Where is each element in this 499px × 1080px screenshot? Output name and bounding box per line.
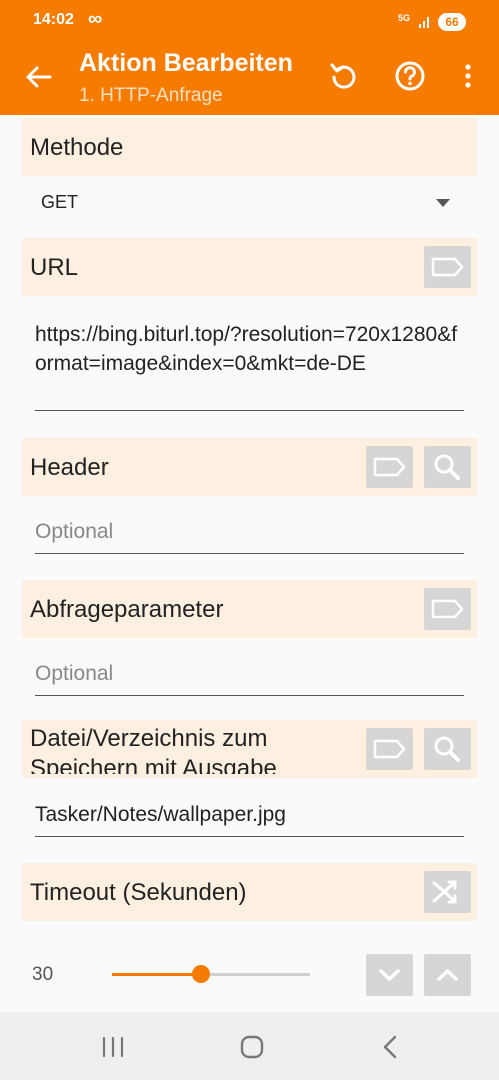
status-bar: 14:02 ∞ 5G 66 (0, 0, 499, 38)
network-type: 5G (398, 13, 411, 23)
undo-icon[interactable] (326, 58, 362, 94)
page-title: Aktion Bearbeiten (79, 49, 293, 77)
url-underline (35, 410, 464, 411)
section-query-params: Abfrageparameter (22, 580, 477, 638)
shuffle-icon (432, 880, 457, 904)
query-params-label: Abfrageparameter (30, 596, 224, 623)
timeout-slider-thumb[interactable] (192, 965, 211, 983)
file-search-button[interactable] (424, 728, 471, 770)
search-icon (434, 736, 460, 762)
status-time: 14:02 (33, 11, 74, 28)
file-variable-button[interactable] (366, 728, 413, 770)
file-path-field[interactable]: Tasker/Notes/wallpaper.jpg (35, 803, 464, 837)
section-url: URL (22, 238, 477, 296)
more-vert-icon[interactable] (450, 58, 486, 94)
header-search-button[interactable] (424, 446, 471, 488)
query-params-placeholder: Optional (35, 662, 114, 685)
tag-icon (373, 739, 406, 759)
system-nav-bar (0, 1012, 499, 1080)
url-variable-button[interactable] (424, 246, 471, 288)
battery-indicator: 66 (438, 13, 466, 31)
header-variable-button[interactable] (366, 446, 413, 488)
search-icon (434, 454, 460, 480)
timeout-decrease-button[interactable] (366, 954, 413, 996)
signal-icon (419, 17, 429, 28)
page-subtitle: 1. HTTP-Anfrage (79, 85, 223, 106)
chevron-up-icon (437, 969, 458, 981)
header-placeholder: Optional (35, 520, 114, 543)
section-file: Datei/Verzeichnis zum Speichern mit Ausg… (22, 720, 477, 778)
section-header: Header (22, 438, 477, 496)
chevron-down-icon (379, 969, 400, 981)
help-icon[interactable] (392, 58, 428, 94)
method-select[interactable]: GET (41, 192, 78, 213)
home-icon[interactable] (235, 1030, 269, 1064)
query-variable-button[interactable] (424, 588, 471, 630)
back-icon[interactable] (374, 1030, 408, 1064)
header-label: Header (30, 454, 109, 481)
tag-icon (431, 257, 464, 277)
query-params-field[interactable]: Optional (35, 662, 464, 696)
file-label: Datei/Verzeichnis zum Speichern mit Ausg… (30, 725, 277, 774)
timeout-slider-fill (112, 973, 202, 976)
section-method: Methode (22, 118, 477, 176)
timeout-increase-button[interactable] (424, 954, 471, 996)
app-bar: Aktion Bearbeiten 1. HTTP-Anfrage (0, 38, 499, 115)
method-label: Methode (30, 134, 124, 161)
header-field[interactable]: Optional (35, 520, 464, 554)
dropdown-arrow-icon[interactable] (436, 199, 450, 207)
tag-icon (431, 599, 464, 619)
infinity-icon: ∞ (88, 8, 103, 30)
section-timeout: Timeout (Sekunden) (22, 863, 477, 921)
file-path-value: Tasker/Notes/wallpaper.jpg (35, 803, 286, 826)
timeout-value: 30 (32, 964, 54, 985)
url-field[interactable]: https://bing.biturl.top/?resolution=720x… (35, 320, 464, 378)
url-label: URL (30, 254, 79, 281)
recent-apps-icon[interactable] (96, 1030, 130, 1064)
back-arrow-icon[interactable] (22, 60, 56, 94)
tag-icon (373, 457, 406, 477)
timeout-random-button[interactable] (424, 871, 471, 913)
timeout-label: Timeout (Sekunden) (30, 879, 247, 906)
